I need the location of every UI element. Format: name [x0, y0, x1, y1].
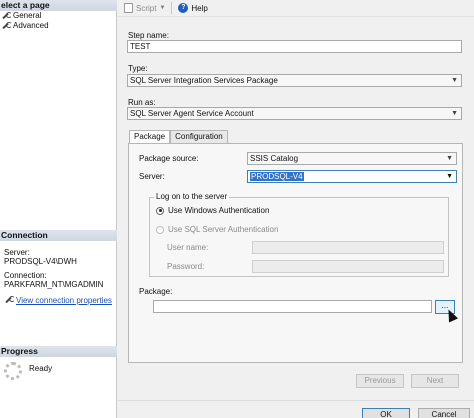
sql-auth-radio[interactable]: Use SQL Server Authentication	[156, 225, 278, 234]
chevron-down-icon: ▼	[446, 155, 453, 162]
radio-selected-icon	[156, 206, 164, 215]
package-input[interactable]	[153, 300, 432, 313]
tab-package[interactable]: Package	[129, 130, 171, 144]
tab-configuration[interactable]: Configuration	[170, 130, 228, 143]
nav-item-general[interactable]: General	[1, 11, 41, 21]
package-source-select[interactable]: SSIS Catalog ▼	[247, 152, 457, 165]
user-name-input[interactable]	[252, 241, 444, 254]
server-value: PRODSQL-V4	[250, 172, 304, 181]
server-label: Server:	[4, 248, 30, 257]
wrench-icon	[1, 21, 12, 31]
step-name-label: Step name:	[128, 31, 169, 40]
password-input[interactable]	[252, 260, 444, 273]
windows-auth-label: Use Windows Authentication	[168, 206, 270, 215]
package-tab-panel: Package source: SSIS Catalog ▼ Server: P…	[128, 143, 463, 363]
step-name-input[interactable]: TEST	[127, 40, 462, 53]
view-connection-properties[interactable]: View connection properties	[4, 296, 112, 305]
help-button[interactable]: Help	[191, 4, 207, 13]
next-button[interactable]: Next	[411, 374, 459, 388]
sql-auth-label: Use SQL Server Authentication	[168, 225, 279, 234]
type-select-value: SQL Server Integration Services Package	[130, 76, 278, 85]
run-as-select-value: SQL Server Agent Service Account	[130, 109, 254, 118]
previous-button[interactable]: Previous	[356, 374, 404, 388]
nav-item-label: General	[13, 11, 42, 20]
properties-icon	[4, 296, 15, 305]
view-connection-properties-link[interactable]: View connection properties	[16, 296, 112, 305]
spinner-icon	[4, 362, 22, 380]
script-icon	[124, 3, 133, 13]
connection-header: Connection	[0, 230, 117, 241]
chevron-down-icon: ▼	[451, 77, 458, 84]
chevron-down-icon[interactable]: ▼	[159, 5, 165, 11]
chevron-down-icon: ▼	[446, 173, 453, 180]
nav-item-label: Advanced	[13, 21, 49, 30]
type-select[interactable]: SQL Server Integration Services Package …	[127, 74, 462, 87]
nav-item-advanced[interactable]: Advanced	[1, 21, 49, 31]
package-source-value: SSIS Catalog	[250, 154, 299, 163]
help-icon[interactable]: ?	[178, 3, 189, 13]
ok-button[interactable]: OK	[362, 408, 410, 418]
right-pane: Script ▼ ? Help Step name: TEST Type: SQ…	[118, 0, 474, 418]
type-label: Type:	[128, 64, 148, 73]
package-source-label: Package source:	[139, 154, 199, 163]
chevron-down-icon: ▼	[451, 110, 458, 117]
progress-header: Progress	[0, 346, 117, 357]
server-value: PRODSQL-V4\DWH	[4, 257, 77, 266]
connection-value: PARKFARM_NT\MGADMIN	[4, 280, 104, 289]
progress-status: Ready	[29, 364, 53, 373]
script-button[interactable]: Script	[136, 4, 156, 13]
password-label: Password:	[167, 262, 205, 271]
radio-unselected-icon	[156, 225, 164, 234]
left-pane: elect a page General Advanced Connection…	[0, 0, 117, 418]
run-as-select[interactable]: SQL Server Agent Service Account ▼	[127, 107, 462, 120]
user-name-label: User name:	[167, 243, 209, 252]
cancel-button[interactable]: Cancel	[418, 408, 470, 418]
windows-auth-radio[interactable]: Use Windows Authentication	[156, 206, 269, 215]
select-page-header: elect a page	[0, 0, 117, 11]
logon-group-title: Log on to the server	[154, 192, 230, 201]
toolbar: Script ▼ ? Help	[118, 0, 474, 17]
connection-label: Connection:	[4, 271, 47, 280]
server-combobox[interactable]: PRODSQL-V4 ▼	[247, 170, 457, 183]
package-label: Package:	[139, 287, 173, 296]
toolbar-separator	[171, 2, 173, 14]
run-as-label: Run as:	[128, 98, 156, 107]
wrench-icon	[1, 11, 12, 21]
logon-group: Log on to the server Use Windows Authent…	[149, 192, 449, 277]
server-label: Server:	[139, 172, 165, 181]
tab-strip: Package Configuration	[129, 130, 228, 144]
